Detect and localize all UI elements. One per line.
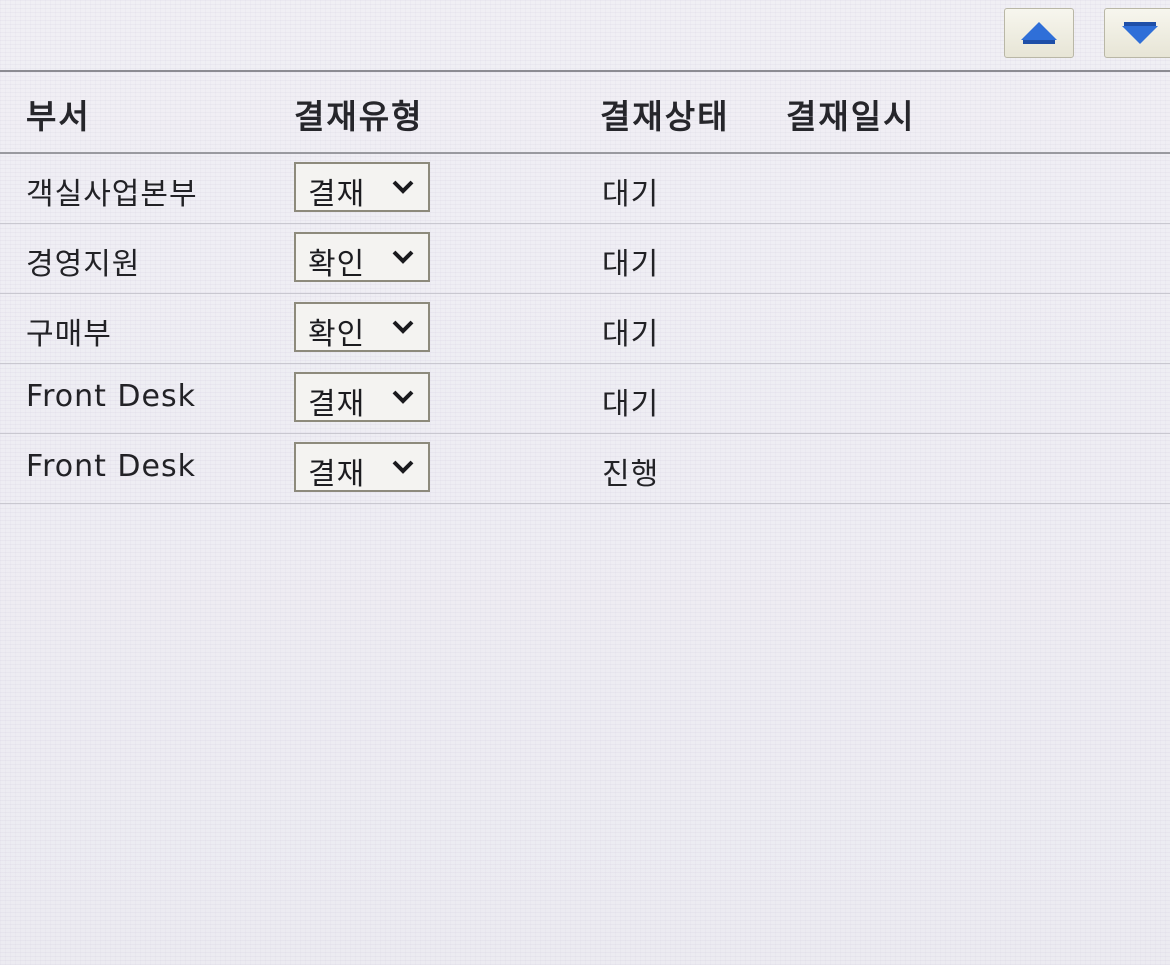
approval-type-value: 결재 (308, 457, 366, 492)
table-row[interactable]: 구매부 확인 대기 (0, 294, 1170, 364)
arrow-up-icon (1021, 22, 1057, 44)
approval-type-select[interactable]: 확인 (294, 232, 430, 282)
approval-type-value: 확인 (308, 317, 366, 352)
status-cell: 대기 (602, 317, 660, 352)
approval-type-select[interactable]: 결재 (294, 162, 430, 212)
approval-type-value: 결재 (308, 177, 366, 212)
approval-type-value: 결재 (308, 387, 366, 422)
move-up-button[interactable] (1004, 8, 1074, 58)
chevron-down-icon (392, 320, 414, 334)
table-row[interactable]: 경영지원 확인 대기 (0, 224, 1170, 294)
dept-cell: Front Desk (26, 449, 196, 484)
reorder-toolbar (0, 0, 1170, 66)
status-cell: 대기 (602, 387, 660, 422)
approval-type-select[interactable]: 결재 (294, 442, 430, 492)
status-cell: 진행 (602, 457, 660, 492)
dept-cell: 구매부 (26, 317, 112, 352)
table-row[interactable]: Front Desk 결재 대기 (0, 364, 1170, 434)
table-row[interactable]: 객실사업본부 결재 대기 (0, 154, 1170, 224)
table-header: 부서 결재유형 결재상태 결재일시 (0, 70, 1170, 154)
arrow-down-icon (1122, 22, 1158, 44)
approval-type-select[interactable]: 결재 (294, 372, 430, 422)
move-down-button[interactable] (1104, 8, 1170, 58)
status-cell: 대기 (602, 247, 660, 282)
chevron-down-icon (392, 250, 414, 264)
header-approval-type: 결재유형 (294, 97, 424, 136)
dept-cell: 경영지원 (26, 247, 141, 282)
approval-type-value: 확인 (308, 247, 366, 282)
header-approval-date: 결재일시 (786, 97, 916, 136)
header-dept: 부서 (26, 97, 91, 136)
chevron-down-icon (392, 390, 414, 404)
dept-cell: 객실사업본부 (26, 177, 198, 212)
dept-cell: Front Desk (26, 379, 196, 414)
chevron-down-icon (392, 180, 414, 194)
chevron-down-icon (392, 460, 414, 474)
table-row[interactable]: Front Desk 결재 진행 (0, 434, 1170, 504)
approval-type-select[interactable]: 확인 (294, 302, 430, 352)
approval-table: 부서 결재유형 결재상태 결재일시 객실사업본부 결재 대기 경영지원 확인 대… (0, 70, 1170, 504)
header-approval-status: 결재상태 (600, 97, 730, 136)
status-cell: 대기 (602, 177, 660, 212)
